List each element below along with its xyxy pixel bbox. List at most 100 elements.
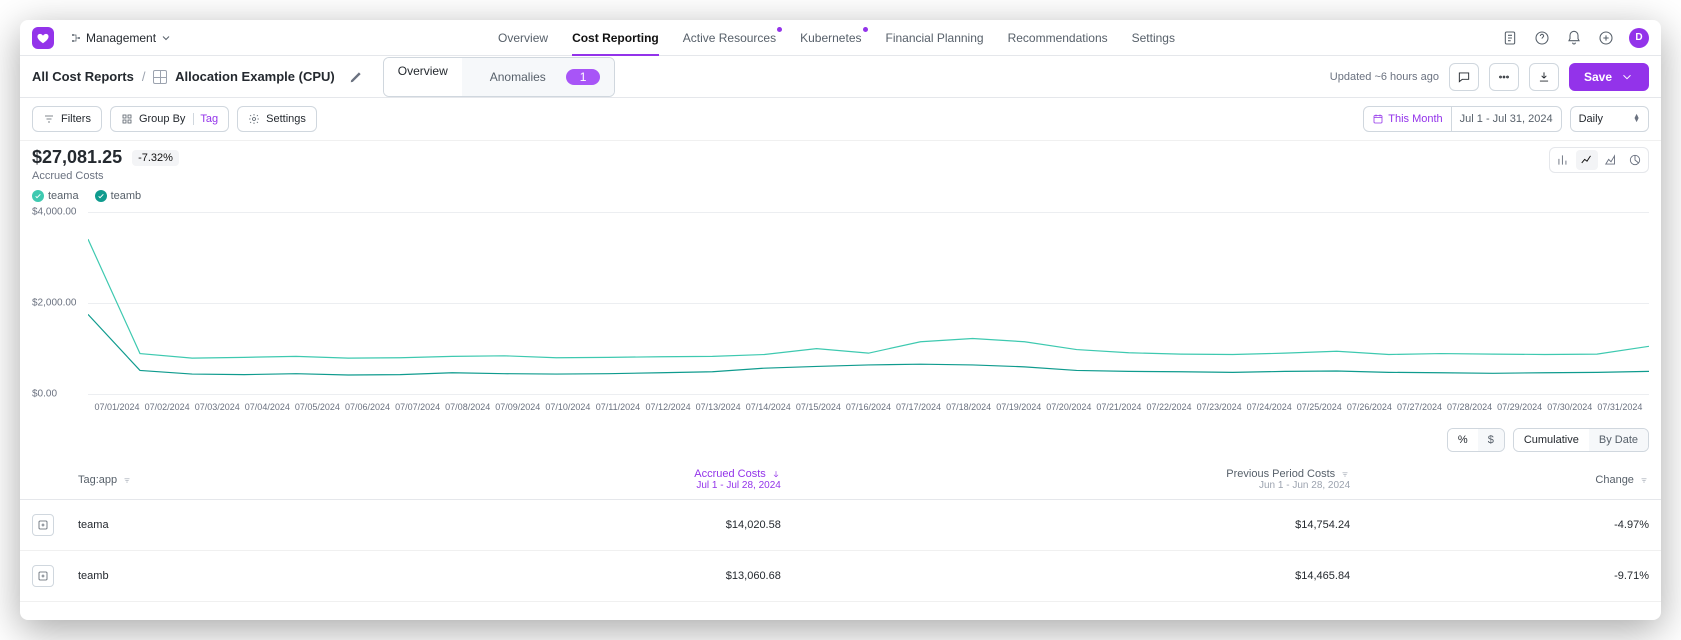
x-tick: 07/19/2024 [994, 402, 1044, 412]
help-icon[interactable] [1533, 29, 1551, 47]
th-prev[interactable]: Previous Period Costs Jun 1 - Jun 28, 20… [793, 460, 1362, 500]
subtab-overview[interactable]: Overview [384, 58, 462, 96]
x-tick: 07/07/2024 [393, 402, 443, 412]
x-tick: 07/05/2024 [292, 402, 342, 412]
x-tick: 07/06/2024 [342, 402, 392, 412]
chart-canvas [88, 208, 1649, 398]
pencil-icon[interactable] [349, 70, 363, 84]
bell-icon[interactable] [1565, 29, 1583, 47]
sort-icon [1340, 469, 1350, 479]
mode-cumulative[interactable]: Cumulative [1514, 429, 1589, 451]
sort-icon [122, 475, 132, 485]
comment-button[interactable] [1449, 63, 1479, 91]
gear-icon [248, 113, 260, 125]
grid-icon [153, 70, 167, 84]
chart-bar-icon[interactable] [1552, 150, 1574, 170]
cell-accrued: $14,020.58 [367, 500, 793, 551]
workspace-name: Management [86, 31, 156, 45]
x-tick: 07/01/2024 [92, 402, 142, 412]
x-tick: 07/04/2024 [242, 402, 292, 412]
group-by-value: Tag [193, 113, 218, 125]
brand-logo[interactable] [32, 27, 54, 49]
save-button[interactable]: Save [1569, 63, 1649, 91]
group-by-button[interactable]: Group By Tag [110, 106, 229, 132]
nav-settings[interactable]: Settings [1132, 21, 1175, 55]
avatar[interactable]: D [1629, 28, 1649, 48]
x-tick: 07/13/2024 [693, 402, 743, 412]
main-nav: Overview Cost Reporting Active Resources… [188, 21, 1485, 55]
nav-dot-icon [863, 27, 868, 32]
x-tick: 07/23/2024 [1194, 402, 1244, 412]
unit-toggle[interactable]: % $ [1447, 428, 1505, 452]
more-button[interactable] [1489, 63, 1519, 91]
x-tick: 07/25/2024 [1294, 402, 1344, 412]
row-expand-icon[interactable] [32, 565, 54, 587]
x-tick: 07/16/2024 [843, 402, 893, 412]
granularity-select[interactable]: Daily ▲▼ [1570, 106, 1649, 132]
table-row[interactable]: teamb$13,060.68$14,465.84-9.71% [20, 551, 1661, 602]
th-tag[interactable]: Tag:app [66, 460, 367, 500]
calendar-icon [1372, 113, 1384, 125]
chart-line-icon[interactable] [1576, 150, 1598, 170]
cell-prev: $14,465.84 [793, 551, 1362, 602]
y-tick: $2,000.00 [32, 298, 77, 309]
filters-button[interactable]: Filters [32, 106, 102, 132]
cell-tag: teamb [66, 551, 367, 602]
breadcrumb-current: Allocation Example (CPU) [153, 69, 334, 85]
x-tick: 07/03/2024 [192, 402, 242, 412]
y-tick: $4,000.00 [32, 206, 77, 217]
nav-kubernetes[interactable]: Kubernetes [800, 21, 861, 55]
x-tick: 07/30/2024 [1545, 402, 1595, 412]
subtab-anomalies[interactable]: Anomalies 1 [462, 58, 615, 96]
breadcrumb-root[interactable]: All Cost Reports [32, 69, 134, 84]
x-tick: 07/18/2024 [944, 402, 994, 412]
row-expand-icon[interactable] [32, 514, 54, 536]
x-tick: 07/12/2024 [643, 402, 693, 412]
x-tick: 07/02/2024 [142, 402, 192, 412]
mode-bydate[interactable]: By Date [1589, 429, 1648, 451]
updated-label: Updated ~6 hours ago [1330, 71, 1439, 83]
x-tick: 07/24/2024 [1244, 402, 1294, 412]
legend-dot-icon [95, 190, 107, 202]
unit-pct[interactable]: % [1448, 429, 1478, 451]
date-range-picker[interactable]: This Month Jul 1 - Jul 31, 2024 [1363, 106, 1561, 132]
line-chart: $4,000.00 $2,000.00 $0.00 [32, 208, 1649, 398]
x-tick: 07/27/2024 [1394, 402, 1444, 412]
x-tick: 07/09/2024 [493, 402, 543, 412]
sort-icon [1639, 475, 1649, 485]
legend-teamb[interactable]: teamb [95, 190, 142, 202]
x-tick: 07/31/2024 [1595, 402, 1645, 412]
chart-type-switch [1549, 147, 1649, 173]
nav-overview[interactable]: Overview [498, 21, 548, 55]
hierarchy-icon [70, 32, 82, 44]
docs-icon[interactable] [1501, 29, 1519, 47]
table-row[interactable]: teama$14,020.58$14,754.24-4.97% [20, 500, 1661, 551]
cell-prev: $14,754.24 [793, 500, 1362, 551]
settings-button[interactable]: Settings [237, 106, 317, 132]
cell-change: -4.97% [1362, 500, 1661, 551]
unit-usd[interactable]: $ [1478, 429, 1504, 451]
nav-active-resources[interactable]: Active Resources [683, 21, 776, 55]
nav-financial-planning[interactable]: Financial Planning [886, 21, 984, 55]
cost-table: Tag:app Accrued Costs Jul 1 - Jul 28, 20… [20, 460, 1661, 602]
y-tick: $0.00 [32, 389, 57, 400]
chart-area-icon[interactable] [1600, 150, 1622, 170]
legend-teama[interactable]: teama [32, 190, 79, 202]
workspace-switcher[interactable]: Management [70, 31, 172, 45]
nav-cost-reporting[interactable]: Cost Reporting [572, 21, 659, 55]
th-change[interactable]: Change [1362, 460, 1661, 500]
x-tick: 07/28/2024 [1445, 402, 1495, 412]
x-tick: 07/21/2024 [1094, 402, 1144, 412]
nav-recommendations[interactable]: Recommendations [1008, 21, 1108, 55]
th-accrued[interactable]: Accrued Costs Jul 1 - Jul 28, 2024 [367, 460, 793, 500]
anomaly-count-badge: 1 [566, 69, 601, 85]
x-axis: 07/01/202407/02/202407/03/202407/04/2024… [92, 398, 1645, 412]
mode-toggle[interactable]: Cumulative By Date [1513, 428, 1649, 452]
download-button[interactable] [1529, 63, 1559, 91]
metric-delta: -7.32% [132, 150, 179, 166]
chart-pie-icon[interactable] [1624, 150, 1646, 170]
x-tick: 07/08/2024 [443, 402, 493, 412]
add-icon[interactable] [1597, 29, 1615, 47]
x-tick: 07/20/2024 [1044, 402, 1094, 412]
x-tick: 07/15/2024 [793, 402, 843, 412]
